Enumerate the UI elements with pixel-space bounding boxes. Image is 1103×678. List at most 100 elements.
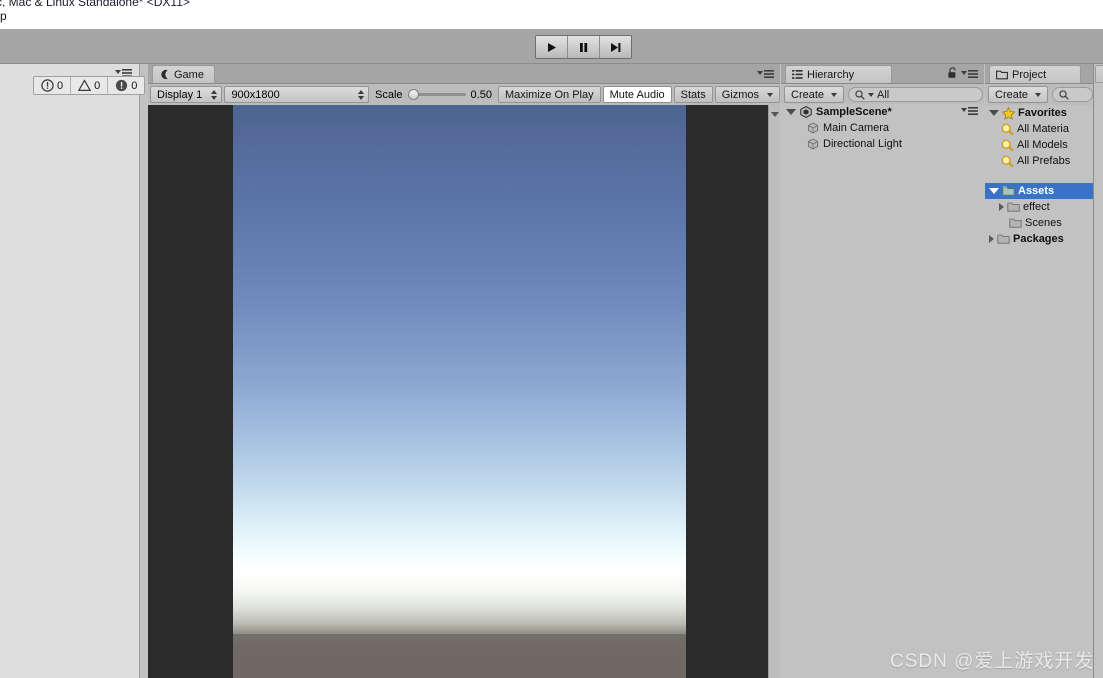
hierarchy-tab-row: Hierarchy xyxy=(781,64,984,84)
unity-editor-window: c, Mac & Linux Standalone* <DX11> p 0 0 … xyxy=(0,0,1103,678)
chevron-right-icon[interactable] xyxy=(999,203,1004,211)
menu-bar-fragment[interactable]: p xyxy=(0,9,7,23)
chevron-updown-icon xyxy=(358,89,364,100)
console-info-counter[interactable]: 0 xyxy=(34,77,72,94)
hierarchy-item-label: SampleScene* xyxy=(816,106,892,118)
project-tab-row: Project xyxy=(985,64,1093,84)
chevron-down-icon[interactable] xyxy=(989,188,999,194)
hierarchy-row-main-camera[interactable]: Main Camera xyxy=(781,120,984,136)
scale-value: 0.50 xyxy=(470,88,492,101)
project-item-label: Scenes xyxy=(1025,217,1062,229)
project-item-label: All Prefabs xyxy=(1017,155,1071,167)
error-icon xyxy=(116,79,128,92)
game-options-menu[interactable] xyxy=(757,69,775,82)
play-icon xyxy=(548,42,556,52)
game-view-panel: Game Display 1 900x1800 Scale 0.50 Maxim… xyxy=(148,64,780,678)
display-dropdown[interactable]: Display 1 xyxy=(150,86,223,103)
folder-icon xyxy=(1009,217,1022,229)
project-item-label: effect xyxy=(1023,201,1050,213)
project-create-button[interactable]: Create xyxy=(988,86,1049,103)
maximize-on-play-label: Maximize On Play xyxy=(504,88,594,101)
game-aspect-viewport xyxy=(233,105,686,678)
gizmos-button[interactable]: Gizmos xyxy=(714,86,780,103)
pause-icon xyxy=(580,42,588,52)
tab-game[interactable]: Game xyxy=(152,65,215,83)
project-row-scenes[interactable]: Scenes xyxy=(985,215,1093,231)
chevron-down-icon xyxy=(831,92,838,97)
folder-icon xyxy=(1002,185,1015,197)
hierarchy-row-directional-light[interactable]: Directional Light xyxy=(781,136,984,152)
chevron-down-icon[interactable] xyxy=(786,109,796,115)
menu-bar[interactable]: p xyxy=(0,7,1103,29)
project-row-all-models[interactable]: All Models xyxy=(985,137,1093,153)
scale-slider-group[interactable]: Scale 0.50 xyxy=(371,86,496,103)
search-icon xyxy=(1059,89,1069,100)
console-error-counter[interactable]: 0 xyxy=(108,77,144,94)
console-warning-counter[interactable]: 0 xyxy=(71,77,109,94)
skybox-gradient xyxy=(233,105,686,634)
mute-audio-button[interactable]: Mute Audio xyxy=(602,86,672,103)
folder-icon xyxy=(997,233,1010,245)
step-icon xyxy=(611,42,621,52)
scale-slider-knob[interactable] xyxy=(407,89,419,100)
options-menu-icon xyxy=(757,70,774,78)
chevron-down-icon[interactable] xyxy=(989,110,999,116)
hierarchy-search-value: All xyxy=(877,88,890,101)
project-tree[interactable]: Favorites All Materia All Models All Pre… xyxy=(985,105,1093,678)
hierarchy-panel: Hierarchy Create All SampleScene* Main C… xyxy=(781,64,984,678)
inspector-panel-partial xyxy=(1093,64,1103,678)
scroll-up-arrow-icon[interactable] xyxy=(771,108,779,120)
chevron-right-icon[interactable] xyxy=(989,235,994,243)
gameobject-icon xyxy=(807,138,819,150)
star-icon xyxy=(1002,106,1015,120)
game-render-canvas[interactable] xyxy=(148,105,768,678)
hierarchy-row-samplescene[interactable]: SampleScene* xyxy=(781,104,984,120)
tab-hierarchy-label: Hierarchy xyxy=(807,68,855,81)
scene-context-menu-icon[interactable] xyxy=(961,106,979,119)
project-create-label: Create xyxy=(995,88,1029,101)
resolution-dropdown-label: 900x1800 xyxy=(231,88,280,101)
console-message-counters: 0 0 0 xyxy=(33,76,146,95)
console-panel-partial xyxy=(0,64,140,678)
project-row-assets[interactable]: Assets xyxy=(985,183,1093,199)
tab-project[interactable]: Project xyxy=(989,65,1081,83)
project-search-input[interactable] xyxy=(1052,87,1093,102)
console-info-count: 0 xyxy=(57,79,64,92)
console-error-count: 0 xyxy=(131,79,138,92)
main-toolbar xyxy=(0,29,1103,64)
project-row-all-prefabs[interactable]: All Prefabs xyxy=(985,153,1093,169)
project-row-all-materials[interactable]: All Materia xyxy=(985,121,1093,137)
scale-slider-track[interactable] xyxy=(407,89,466,100)
maximize-on-play-button[interactable]: Maximize On Play xyxy=(497,86,601,103)
window-titlebar: c, Mac & Linux Standalone* <DX11> xyxy=(0,0,1103,7)
search-icon xyxy=(1001,139,1014,152)
project-item-label: All Models xyxy=(1017,139,1068,151)
lock-icon[interactable] xyxy=(947,67,958,82)
pause-button[interactable] xyxy=(568,36,600,58)
search-icon xyxy=(1001,123,1014,136)
hierarchy-create-button[interactable]: Create xyxy=(784,86,845,103)
chevron-down-icon xyxy=(868,92,875,97)
resolution-dropdown[interactable]: 900x1800 xyxy=(224,86,369,103)
unity-scene-icon xyxy=(800,106,812,118)
play-button[interactable] xyxy=(536,36,568,58)
hierarchy-tree[interactable]: SampleScene* Main Camera Directional Lig… xyxy=(781,104,984,678)
folder-icon xyxy=(996,69,1008,80)
project-item-label: Favorites xyxy=(1018,107,1067,119)
project-row-effect[interactable]: effect xyxy=(985,199,1093,215)
project-row-packages[interactable]: Packages xyxy=(985,231,1093,247)
inspector-tab-partial[interactable] xyxy=(1095,65,1103,83)
mute-audio-label: Mute Audio xyxy=(609,88,665,101)
chevron-down-icon xyxy=(767,92,773,97)
stats-button[interactable]: Stats xyxy=(673,86,713,103)
scale-label: Scale xyxy=(375,88,403,101)
warning-icon xyxy=(78,79,92,91)
tab-hierarchy[interactable]: Hierarchy xyxy=(785,65,892,83)
hierarchy-options-menu[interactable] xyxy=(961,69,979,82)
ground-plane xyxy=(233,634,686,678)
step-button[interactable] xyxy=(600,36,631,58)
project-row-favorites[interactable]: Favorites xyxy=(985,105,1093,121)
hierarchy-search-input[interactable]: All xyxy=(848,87,984,102)
game-icon xyxy=(159,69,170,80)
game-vertical-scrollbar[interactable] xyxy=(768,105,780,678)
